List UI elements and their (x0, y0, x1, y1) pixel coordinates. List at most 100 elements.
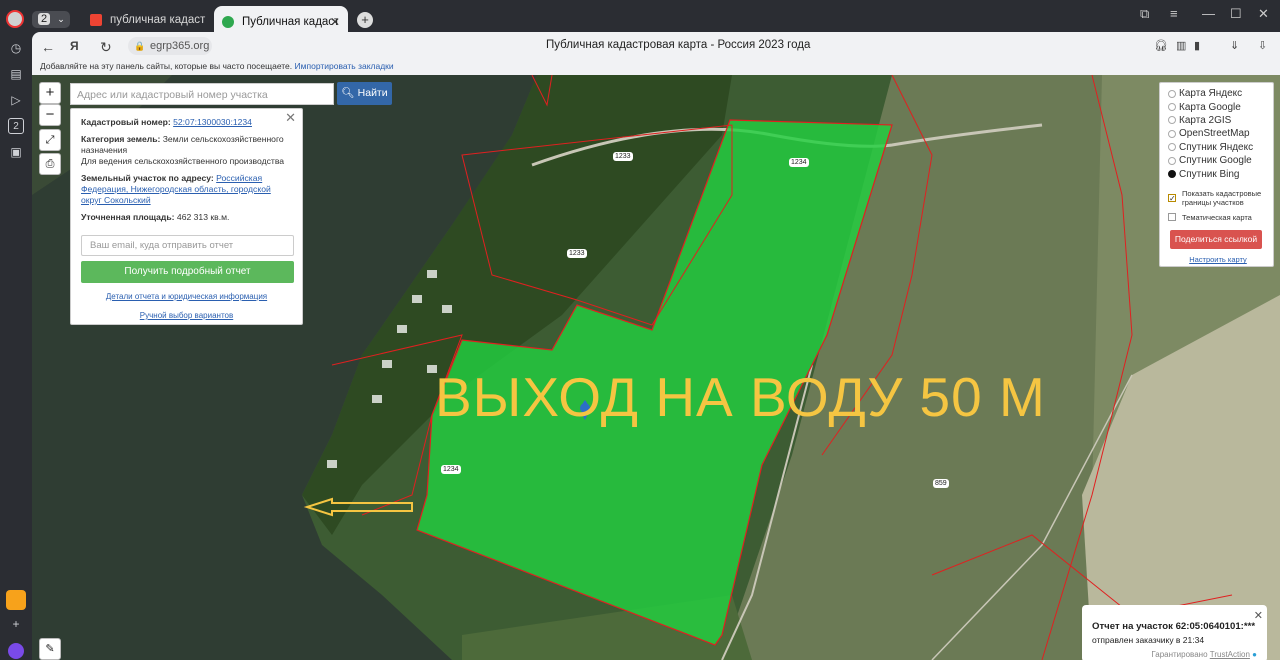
get-report-button[interactable]: Получить подробный отчет (81, 261, 294, 283)
reader-icon[interactable]: ▥ (1176, 39, 1186, 52)
zoom-out-button[interactable]: − (39, 104, 61, 126)
radio-icon (1168, 129, 1176, 138)
lock-icon: 🔒 (134, 41, 146, 51)
browser-toolbar: ← Я ↻ 🔒 egrp365.org Публичная кадастрова… (32, 32, 1280, 60)
downloads-icon[interactable]: ⇓ (1230, 39, 1239, 52)
tab-inactive[interactable]: публичная кадастровая к (82, 8, 214, 32)
find-button[interactable]: 🔍︎ Найти (337, 82, 392, 105)
layer-option[interactable]: Карта Google (1168, 100, 1273, 113)
layer-label: Карта Google (1179, 101, 1241, 113)
menu-icon[interactable]: ≡ (1170, 6, 1178, 21)
address-bar[interactable]: 🔒 egrp365.org (128, 37, 212, 55)
site-favicon-icon (222, 16, 234, 28)
yandex-home-icon[interactable]: Я (70, 39, 79, 53)
screenshot-icon[interactable]: ▣ (8, 144, 24, 160)
address-label: Земельный участок по адресу: (81, 173, 214, 183)
layer-label: OpenStreetMap (1179, 128, 1250, 140)
reload-icon[interactable]: ↻ (100, 39, 112, 56)
search-icon: 🔍︎ (341, 87, 355, 99)
share-link-button[interactable]: Поделиться ссылкой (1170, 230, 1262, 250)
checkbox-label: Показать кадастровые границы участков (1182, 188, 1262, 207)
new-tab-button[interactable]: + (357, 12, 373, 28)
thematic-checkbox[interactable]: Тематическая карта (1168, 211, 1273, 224)
profile-icon[interactable] (6, 10, 24, 28)
notes-icon[interactable]: ▤ (8, 66, 24, 82)
notification-subtitle: отправлен заказчику в 21:34 (1092, 635, 1205, 645)
extensions-icon[interactable]: ⇩ (1258, 39, 1267, 52)
bookmarks-bar: Добавляйте на эту панель сайты, которые … (32, 60, 1280, 75)
history-icon[interactable]: ◷ (8, 40, 24, 56)
area-label: Уточненная площадь: (81, 212, 175, 222)
notification-footer: Гарантировано TrustAction ● (1092, 650, 1257, 659)
tab-label: публичная кадастровая к (110, 14, 206, 26)
tab-count-badge: 2 (38, 13, 51, 25)
parcel-label: 859 (933, 479, 949, 488)
layer-option[interactable]: OpenStreetMap (1168, 127, 1273, 140)
show-borders-checkbox[interactable]: ✓ Показать кадастровые границы участков (1168, 187, 1273, 209)
fullscreen-icon[interactable]: ⤢ (39, 129, 61, 151)
checkbox-label: Тематическая карта (1182, 212, 1252, 222)
use-value: Для ведения сельскохозяйственного произв… (81, 156, 285, 166)
parcel-label: 1234 (789, 158, 809, 167)
overlay-caption: ВЫХОД НА ВОДУ 50 М (435, 366, 1046, 428)
layer-label: Карта Яндекс (1179, 88, 1243, 100)
radio-icon (1168, 156, 1176, 165)
import-bookmarks-link[interactable]: Импортировать закладки (295, 61, 394, 71)
radio-icon (1168, 89, 1176, 98)
parcel-info-panel: ✕ Кадастровый номер: 52:07:1300030:1234 … (70, 108, 303, 325)
close-icon[interactable]: ✕ (285, 111, 296, 124)
parcel-label: 1233 (613, 152, 633, 161)
ruler-icon[interactable]: ✎ (39, 638, 61, 660)
radio-icon (1168, 116, 1176, 125)
close-tab-icon[interactable]: ✕ (330, 15, 340, 29)
play-icon[interactable]: ▷ (8, 92, 24, 108)
close-window-icon[interactable]: ✕ (1258, 6, 1269, 22)
yandex-icon (90, 14, 102, 26)
checkbox-icon (1168, 213, 1176, 222)
zoom-in-button[interactable]: + (39, 82, 61, 104)
sidebar-badge[interactable]: 2 (8, 118, 24, 134)
layer-option[interactable]: Спутник Яндекс (1168, 141, 1273, 154)
radio-icon (1168, 143, 1176, 152)
tab-label: Публичная кадастровая (242, 16, 338, 28)
minimize-icon[interactable]: — (1202, 6, 1215, 21)
layer-option-selected[interactable]: Спутник Bing (1168, 167, 1273, 180)
layer-option[interactable]: Карта 2GIS (1168, 114, 1273, 127)
manual-select-link[interactable]: Ручной выбор вариантов (81, 310, 292, 321)
back-icon[interactable]: ← (41, 39, 55, 55)
layer-label: Спутник Bing (1179, 168, 1240, 180)
close-icon[interactable]: ✕ (1254, 609, 1263, 622)
layer-option[interactable]: Спутник Google (1168, 154, 1273, 167)
layer-option[interactable]: Карта Яндекс (1168, 87, 1273, 100)
layer-label: Спутник Google (1179, 155, 1252, 167)
email-field[interactable]: Ваш email, куда отправить отчет (81, 235, 294, 256)
report-notification: ✕ Отчет на участок 62:05:0640101:*** отп… (1082, 605, 1267, 660)
alice-icon[interactable] (8, 643, 24, 659)
headphones-icon[interactable]: 🎧︎ (1154, 39, 1168, 52)
url-text: egrp365.org (150, 40, 210, 52)
parcel-label: 1234 (441, 465, 461, 474)
verified-icon: ● (1252, 650, 1257, 659)
category-label: Категория земель: (81, 134, 161, 144)
area-value: 462 313 кв.м. (176, 212, 230, 222)
tab-count-button[interactable]: 2 ⌄ (32, 11, 70, 28)
parcel-label: 1233 (567, 249, 587, 258)
cad-number-link[interactable]: 52:07:1300030:1234 (173, 117, 252, 127)
bookmarks-hint: Добавляйте на эту панель сайты, которые … (40, 61, 293, 71)
print-icon[interactable]: ⎙ (39, 153, 61, 175)
layer-label: Карта 2GIS (1179, 114, 1232, 126)
configure-map-link[interactable]: Настроить карту (1168, 255, 1268, 264)
add-icon[interactable]: + (8, 616, 24, 632)
chevron-down-icon: ⌄ (57, 14, 65, 24)
browser-sidebar: ◷ ▤ ▷ 2 ▣ + (0, 38, 32, 660)
search-input[interactable]: Адрес или кадастровый номер участка (70, 83, 334, 105)
details-link[interactable]: Детали отчета и юридическая информация (81, 291, 292, 302)
maximize-icon[interactable]: ☐ (1230, 6, 1242, 22)
app-icon[interactable] (6, 590, 26, 610)
page-title: Публичная кадастровая карта - Россия 202… (546, 39, 811, 51)
brand-link[interactable]: TrustAction (1210, 650, 1250, 659)
layer-label: Спутник Яндекс (1179, 141, 1254, 153)
bookmark-icon[interactable]: ▮ (1194, 39, 1200, 52)
map-canvas[interactable]: 1233 1234 1233 1234 859 + − ⤢ ⎙ ✎ Адрес … (32, 75, 1280, 660)
collections-icon[interactable]: ⧉ (1140, 6, 1149, 22)
